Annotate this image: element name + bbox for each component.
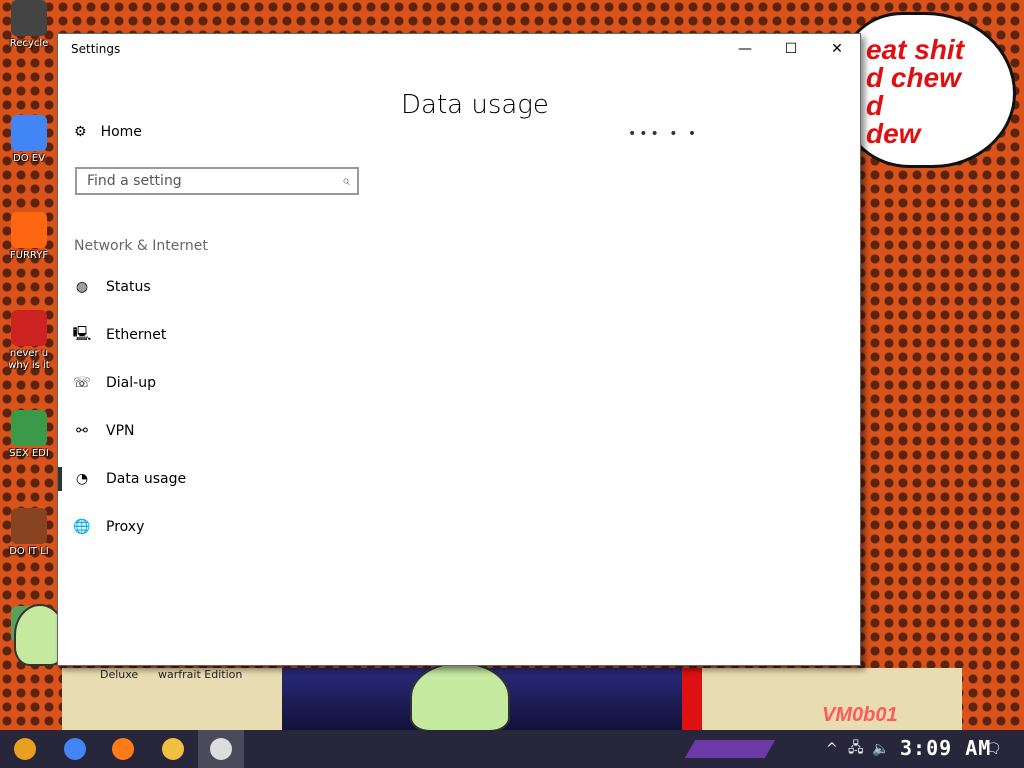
volume-icon: 🔈 xyxy=(872,741,890,757)
pie-chart-icon: ◔ xyxy=(75,471,89,487)
chrome-taskbar-icon xyxy=(64,738,86,760)
globe-status-icon: ◍ xyxy=(75,279,89,295)
wallpaper-label-deluxe: Deluxe xyxy=(100,668,139,681)
notification-icon: 🗨 xyxy=(984,741,1002,757)
nav-item-dial-up[interactable]: ☏ Dial-up xyxy=(58,363,378,403)
action-center-button[interactable]: 🗨 xyxy=(984,730,1002,768)
wallpaper-label-edition: warfrait Edition xyxy=(158,668,243,681)
desktop-icon-image xyxy=(11,212,47,248)
desktop-icon-label: DO EV xyxy=(13,153,45,164)
vpn-icon: ⚯ xyxy=(76,423,88,439)
wallpaper-stripe xyxy=(682,668,702,730)
title-bar[interactable]: Settings — ☐ ✕ xyxy=(58,34,860,64)
file-explorer-taskbar-icon xyxy=(162,738,184,760)
nav-item-label: Data usage xyxy=(106,471,187,487)
maximize-button[interactable]: ☐ xyxy=(768,34,814,64)
desktop-icon[interactable]: never u why is it xyxy=(0,310,58,372)
close-icon: ✕ xyxy=(831,41,843,57)
minimize-button[interactable]: — xyxy=(722,34,768,64)
nav-item-ethernet[interactable]: 🖳 Ethernet xyxy=(58,315,378,355)
search-input[interactable]: Find a setting xyxy=(77,173,335,189)
volume-tray-button[interactable]: 🔈 xyxy=(872,730,889,768)
nav-item-data-usage[interactable]: ◔ Data usage xyxy=(58,459,378,499)
nav-item-label: VPN xyxy=(106,423,135,439)
gear-icon: ⚙ xyxy=(74,124,87,140)
nav-item-status[interactable]: ◍ Status xyxy=(58,267,378,307)
taskbar-clock[interactable]: 3:09 AM xyxy=(900,736,991,760)
ethernet-icon: 🖳 xyxy=(72,326,92,342)
desktop-icon-label: SEX EDI xyxy=(9,448,49,459)
nav-home[interactable]: ⚙ Home xyxy=(74,124,142,140)
desktop-icon-label: never u xyxy=(9,348,49,359)
dialup-icon: ☏ xyxy=(73,375,91,391)
file-explorer-taskbar-button[interactable] xyxy=(150,730,196,768)
character-image xyxy=(410,662,510,732)
nav-item-label: Proxy xyxy=(106,519,145,535)
desktop-icon-label: DO IT LI xyxy=(9,546,49,557)
desktop-icon[interactable]: DO IT LI xyxy=(0,508,58,558)
desktop-icon-image xyxy=(11,508,47,544)
speech-bubble-text: eat shit d chew d dew xyxy=(866,34,965,149)
nav-item-vpn[interactable]: ⚯ VPN xyxy=(58,411,378,451)
desktop-icon-image xyxy=(11,0,47,36)
taskbar-decoration xyxy=(684,740,776,758)
settings-window: Settings — ☐ ✕ ⚙ Home Find a setting ⌕ N… xyxy=(57,33,861,666)
desktop-icon[interactable]: SEX EDI xyxy=(0,410,58,460)
maximize-icon: ☐ xyxy=(784,41,798,57)
chevron-up-icon: ^ xyxy=(826,741,838,757)
desktop-icon[interactable]: FURRYF xyxy=(0,212,58,262)
desktop-icon-label: FURRYF xyxy=(9,250,49,261)
network-tray-button[interactable]: 🖧 xyxy=(848,730,864,768)
nav-item-label: Status xyxy=(106,279,151,295)
nav-item-proxy[interactable]: 🌐 Proxy xyxy=(58,507,378,547)
desktop-icon[interactable]: DO EV xyxy=(0,115,58,165)
desktop-icon-label: Recycle xyxy=(9,38,49,49)
loading-indicator: ••• • • xyxy=(628,126,700,142)
watermark-text: VM0b01 xyxy=(822,704,898,726)
firefox-taskbar-icon xyxy=(112,738,134,760)
search-box[interactable]: Find a setting ⌕ xyxy=(75,167,359,195)
chrome-taskbar-button[interactable] xyxy=(52,730,98,768)
nav-item-label: Ethernet xyxy=(106,327,167,343)
settings-nav: ⚙ Home Find a setting ⌕ Network & Intern… xyxy=(58,64,378,664)
start-icon xyxy=(14,738,36,760)
tray-overflow-button[interactable]: ^ xyxy=(826,730,838,768)
nav-section-title: Network & Internet xyxy=(74,238,208,254)
window-title: Settings xyxy=(71,42,121,56)
taskbar: ^ 🖧 🔈 3:09 AM 🗨 xyxy=(0,730,1024,768)
settings-taskbar-icon xyxy=(210,738,232,760)
globe-icon: 🌐 xyxy=(73,519,91,535)
desktop-icon-label-line2: why is it xyxy=(8,360,50,371)
start-button[interactable] xyxy=(2,730,48,768)
desktop-icon[interactable]: Recycle xyxy=(0,0,58,50)
network-icon: 🖧 xyxy=(848,740,864,756)
close-button[interactable]: ✕ xyxy=(814,34,860,64)
settings-taskbar-button[interactable] xyxy=(198,730,244,768)
desktop-icon-image xyxy=(11,310,47,346)
minimize-icon: — xyxy=(738,41,752,57)
desktop-icon-image xyxy=(11,115,47,151)
nav-item-label: Dial-up xyxy=(106,375,156,391)
firefox-taskbar-button[interactable] xyxy=(100,730,146,768)
search-icon[interactable]: ⌕ xyxy=(335,173,357,189)
page-title: Data usage xyxy=(401,90,549,120)
nav-home-label: Home xyxy=(100,124,142,140)
desktop-icon-image xyxy=(11,410,47,446)
